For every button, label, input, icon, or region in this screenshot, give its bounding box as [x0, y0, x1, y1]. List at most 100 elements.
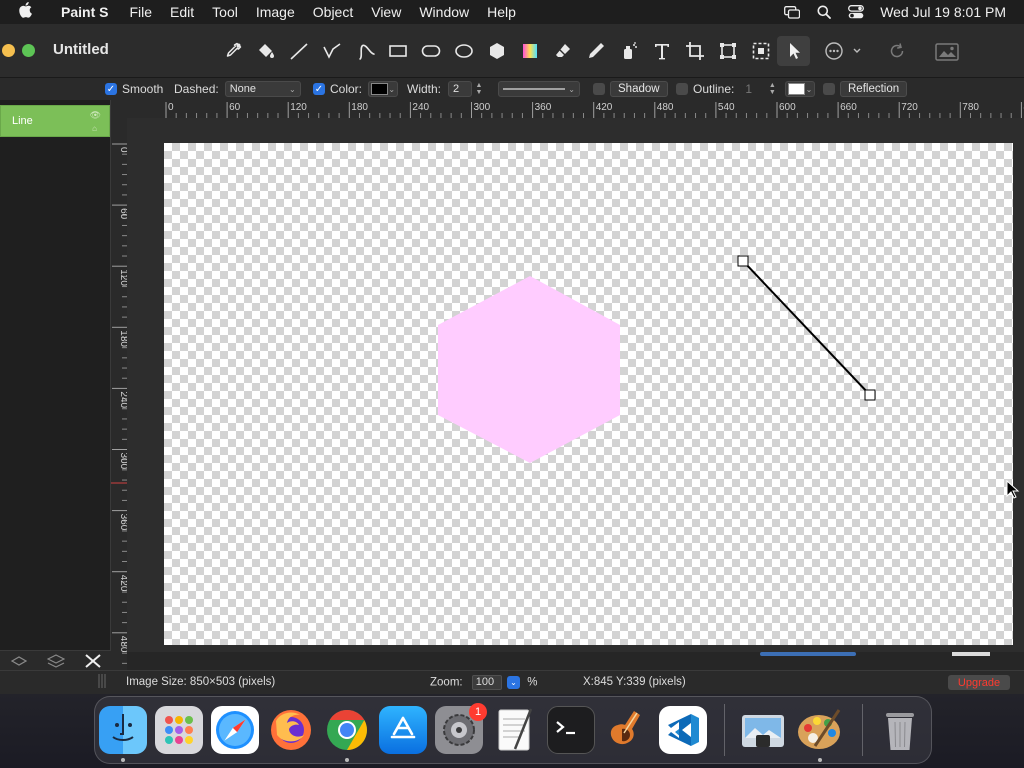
- image-icon[interactable]: [932, 36, 962, 66]
- line-start-handle[interactable]: [737, 255, 749, 267]
- ellipsis-circle-icon: [825, 42, 861, 60]
- app-menu[interactable]: Paint S: [52, 4, 120, 20]
- layer-row[interactable]: Line 👁 ⌂: [0, 105, 110, 137]
- ruler-tick-label: 540: [718, 102, 735, 113]
- menu-bar-clock[interactable]: Wed Jul 19 8:01 PM: [880, 4, 1006, 20]
- app-store-icon[interactable]: [379, 706, 427, 754]
- color-checkbox[interactable]: ✓: [313, 83, 325, 95]
- arrow-pointer-icon[interactable]: [777, 36, 810, 66]
- reflection-checkbox[interactable]: [823, 83, 835, 95]
- control-center-icon[interactable]: [848, 5, 865, 19]
- layers-stack-icon[interactable]: [37, 651, 74, 671]
- color-swatch: [371, 83, 389, 95]
- dashed-value: None: [229, 83, 256, 95]
- screen-mirroring-icon[interactable]: [784, 5, 801, 19]
- ruler-tick-label: 720: [901, 102, 918, 113]
- curve-tool-icon[interactable]: [348, 36, 381, 66]
- apple-menu-icon[interactable]: [0, 2, 52, 22]
- pencil-tool-icon[interactable]: [579, 36, 612, 66]
- ruler-tick-label: 660: [840, 102, 857, 113]
- notification-badge: 1: [469, 703, 487, 721]
- textedit-icon[interactable]: [491, 706, 539, 754]
- scrollbar-thumb[interactable]: [760, 652, 856, 656]
- hexagon-shape[interactable]: [438, 276, 620, 463]
- eraser-tool-icon[interactable]: [546, 36, 579, 66]
- eyedropper-icon[interactable]: [216, 36, 249, 66]
- line-shape[interactable]: [742, 260, 871, 396]
- finder-icon[interactable]: [99, 706, 147, 754]
- color-well[interactable]: ⌄: [368, 81, 399, 97]
- paint-s-icon[interactable]: [795, 706, 843, 754]
- trash-icon[interactable]: [876, 706, 924, 754]
- canvas-resize-handle[interactable]: [952, 652, 990, 656]
- drawing-canvas[interactable]: [164, 143, 1013, 645]
- horizontal-ruler: 0601201802403003604204805406006607207808…: [126, 100, 1024, 118]
- garageband-icon[interactable]: [603, 706, 651, 754]
- outline-value[interactable]: 1: [745, 82, 761, 96]
- zoom-popup-chevron-icon[interactable]: ⌄: [507, 676, 520, 689]
- spotlight-search-icon[interactable]: [816, 5, 832, 19]
- menu-file[interactable]: File: [120, 4, 161, 20]
- rounded-rect-tool-icon[interactable]: [414, 36, 447, 66]
- rotate-icon[interactable]: [884, 36, 910, 66]
- tool-options-bar: ✓ Smooth Dashed: None ⌄ ✓ Color: ⌄ Width…: [0, 78, 1024, 100]
- paint-bucket-icon[interactable]: [249, 36, 282, 66]
- dashed-popup[interactable]: None ⌄: [224, 81, 301, 97]
- menu-window[interactable]: Window: [410, 4, 478, 20]
- vscode-icon[interactable]: [659, 706, 707, 754]
- ruler-tick-label: 300: [118, 453, 127, 470]
- line-tool-icon[interactable]: [282, 36, 315, 66]
- line-end-handle[interactable]: [864, 389, 876, 401]
- width-field[interactable]: 2: [448, 81, 473, 97]
- horizontal-ruler-ticks: 0601201802403003604204805406006607207808…: [165, 102, 1024, 118]
- width-stepper[interactable]: ▲ ▼: [474, 81, 484, 97]
- ellipse-tool-icon[interactable]: [447, 36, 480, 66]
- terminal-icon[interactable]: [547, 706, 595, 754]
- status-bar: Image Size: 850×503 (pixels) Zoom: 100 ⌄…: [0, 670, 1024, 694]
- spray-tool-icon[interactable]: [612, 36, 645, 66]
- reflection-button[interactable]: Reflection: [840, 81, 908, 97]
- visibility-eye-icon[interactable]: 👁: [90, 110, 101, 121]
- upgrade-button[interactable]: Upgrade: [948, 675, 1010, 690]
- firefox-icon[interactable]: [267, 706, 315, 754]
- outline-color-well[interactable]: ⌄: [785, 81, 816, 97]
- outline-label: Outline:: [693, 82, 735, 96]
- crop-tool-icon[interactable]: [678, 36, 711, 66]
- gradient-tool-icon[interactable]: [513, 36, 546, 66]
- layer-options-icon[interactable]: [0, 651, 37, 671]
- chrome-icon[interactable]: [323, 706, 371, 754]
- line-style-popup[interactable]: ⌄: [498, 81, 580, 97]
- zoom-window-button[interactable]: [22, 44, 35, 57]
- more-options-menu[interactable]: [820, 36, 866, 66]
- safari-icon[interactable]: [211, 706, 259, 754]
- zoom-field[interactable]: 100: [471, 675, 502, 690]
- menu-image[interactable]: Image: [247, 4, 304, 20]
- menu-edit[interactable]: Edit: [161, 4, 203, 20]
- text-tool-icon[interactable]: [645, 36, 678, 66]
- layer-name: Line: [12, 115, 33, 127]
- horizontal-scrollbar[interactable]: [127, 652, 1024, 670]
- shadow-checkbox[interactable]: [593, 83, 605, 95]
- menu-tool[interactable]: Tool: [203, 4, 247, 20]
- menu-help[interactable]: Help: [478, 4, 525, 20]
- rectangle-tool-icon[interactable]: [381, 36, 414, 66]
- polyline-tool-icon[interactable]: [315, 36, 348, 66]
- outline-stepper[interactable]: ▲ ▼: [767, 81, 777, 97]
- outline-checkbox[interactable]: [676, 83, 688, 95]
- minimize-window-button[interactable]: [2, 44, 15, 57]
- lock-icon[interactable]: ⌂: [92, 124, 97, 133]
- zoom-label: Zoom:: [430, 676, 463, 689]
- preview-icon[interactable]: [739, 706, 787, 754]
- polygon-tool-icon[interactable]: [480, 36, 513, 66]
- panel-splitter-grip[interactable]: [97, 674, 111, 690]
- shadow-button[interactable]: Shadow: [610, 81, 668, 97]
- launchpad-icon[interactable]: [155, 706, 203, 754]
- ruler-tick-label: 360: [118, 514, 127, 531]
- transform-tool-icon[interactable]: [711, 36, 744, 66]
- menu-view[interactable]: View: [362, 4, 410, 20]
- smooth-checkbox[interactable]: ✓: [105, 83, 117, 95]
- mouse-cursor-icon: [1006, 479, 1020, 500]
- selection-tool-icon[interactable]: [744, 36, 777, 66]
- delete-layer-icon[interactable]: [74, 651, 111, 671]
- menu-object[interactable]: Object: [304, 4, 362, 20]
